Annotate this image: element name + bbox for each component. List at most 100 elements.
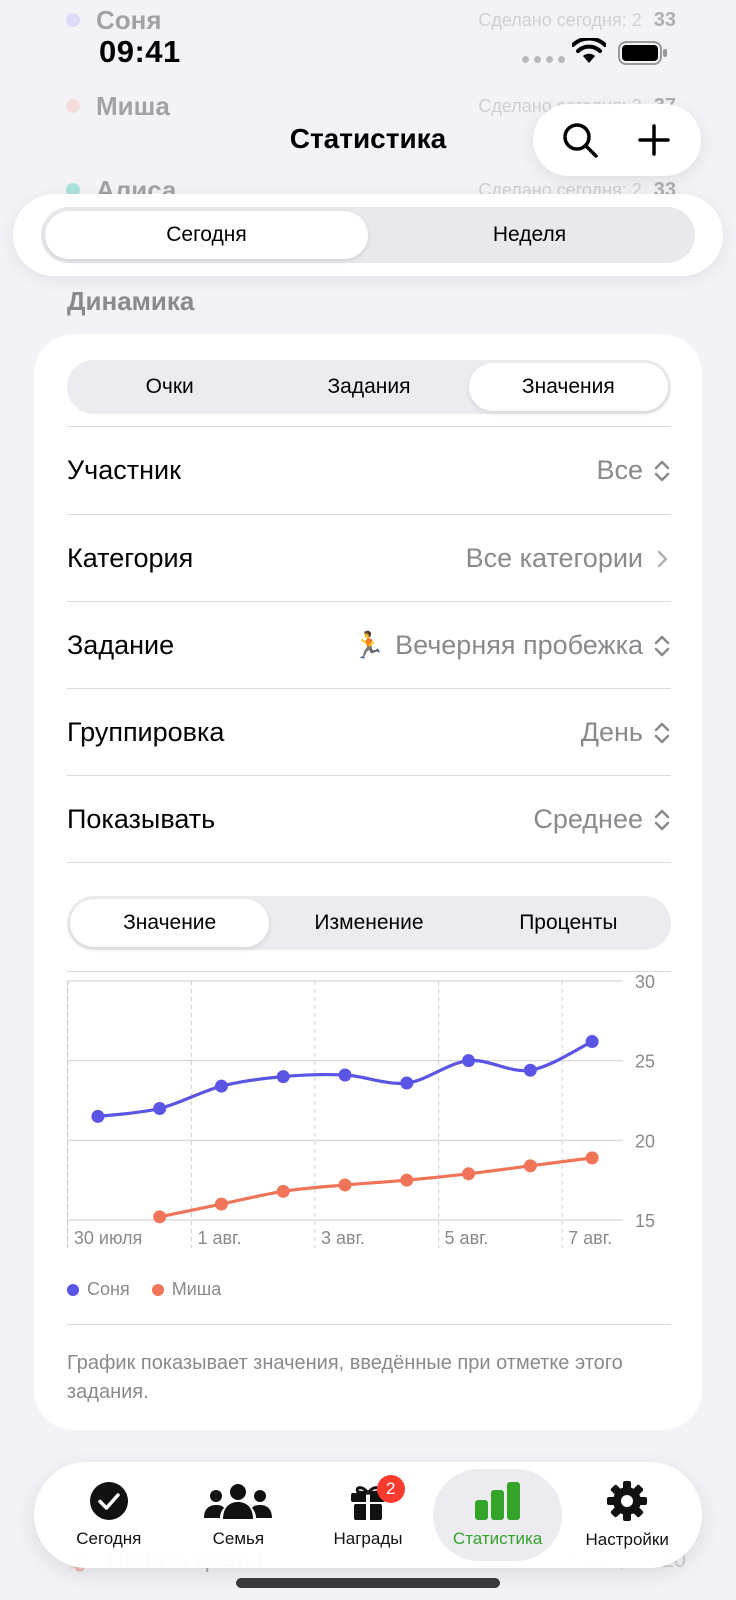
tab-values[interactable]: Значения xyxy=(468,363,668,411)
up-down-chevron-icon xyxy=(654,809,670,830)
tab-points[interactable]: Очки xyxy=(70,363,269,411)
cellular-signal-icon xyxy=(522,56,565,63)
filter-row-member[interactable]: Участник Все xyxy=(67,427,671,514)
data-point xyxy=(91,1109,105,1123)
data-point xyxy=(214,1079,228,1093)
data-point xyxy=(523,1063,537,1077)
legend-dot xyxy=(67,1283,79,1296)
data-point xyxy=(400,1076,414,1090)
x-tick-label: 1 авг. xyxy=(197,1228,241,1248)
status-bar: 09:41 xyxy=(0,0,736,100)
filter-row-task[interactable]: Задание 🏃 Вечерняя пробежка xyxy=(67,602,671,689)
member-color-dot xyxy=(66,99,80,113)
bar-chart-icon xyxy=(474,1482,520,1520)
y-tick-label: 25 xyxy=(635,1052,655,1072)
x-tick-label: 30 июля xyxy=(74,1228,142,1248)
people-icon xyxy=(204,1484,273,1519)
tab-value[interactable]: Значение xyxy=(70,899,270,947)
chart-footnote: График показывает значения, введённые пр… xyxy=(67,1352,623,1403)
y-tick-label: 20 xyxy=(635,1131,655,1151)
data-point xyxy=(276,1184,290,1198)
data-point xyxy=(400,1173,414,1187)
tab-label: Статистика xyxy=(452,1529,543,1548)
tab-week[interactable]: Неделя xyxy=(368,211,691,259)
notification-badge: 2 xyxy=(376,1475,405,1503)
tabbar-settings[interactable]: Настройки xyxy=(562,1469,692,1561)
nav-actions xyxy=(533,104,701,176)
filter-label: Группировка xyxy=(67,717,225,747)
x-tick-label: 5 авг. xyxy=(445,1228,489,1248)
y-tick-label: 15 xyxy=(635,1211,655,1231)
tab-change[interactable]: Изменение xyxy=(269,899,468,947)
data-point xyxy=(585,1035,599,1049)
tabbar-today[interactable]: Сегодня xyxy=(44,1469,174,1561)
filter-value: Все категории xyxy=(465,543,643,573)
line-chart: 30 25 20 15 30 июля 1 авг. 3 авг. 5 авг. 7 авг. xyxy=(67,974,655,1248)
filter-value: Все xyxy=(596,455,643,485)
data-point xyxy=(276,1070,290,1084)
tabbar-statistics[interactable]: Статистика xyxy=(432,1469,563,1561)
period-segmented-control: Сегодня Неделя xyxy=(41,207,695,263)
filter-value: Среднее xyxy=(533,804,643,834)
data-point xyxy=(338,1178,352,1192)
tab-percent[interactable]: Проценты xyxy=(469,899,668,947)
search-icon xyxy=(563,123,598,158)
legend-label: Миша xyxy=(171,1279,222,1299)
divider xyxy=(67,862,671,863)
chevron-right-icon xyxy=(657,550,668,567)
filter-value: День xyxy=(580,717,643,747)
tab-tasks[interactable]: Задания xyxy=(269,363,468,411)
add-button[interactable] xyxy=(626,112,682,168)
filter-label: Показывать xyxy=(67,804,216,834)
data-point xyxy=(585,1151,599,1165)
search-button[interactable] xyxy=(552,112,608,168)
filter-label: Категория xyxy=(67,543,194,573)
wifi-icon xyxy=(571,36,607,69)
x-tick-label: 7 авг. xyxy=(568,1228,612,1248)
data-point xyxy=(153,1101,167,1115)
period-segment-container: Сегодня Неделя xyxy=(13,194,723,276)
status-time: 09:41 xyxy=(99,34,181,69)
legend-item: Миша xyxy=(151,1279,222,1300)
divider xyxy=(67,1324,671,1325)
filter-label: Задание xyxy=(67,630,175,660)
view-segmented-control: Значение Изменение Проценты xyxy=(67,896,671,950)
tabbar-family[interactable]: Семья xyxy=(174,1469,304,1561)
up-down-chevron-icon xyxy=(654,722,670,743)
data-point xyxy=(153,1210,167,1224)
legend-dot xyxy=(151,1283,164,1296)
battery-icon xyxy=(618,41,668,70)
divider xyxy=(67,971,671,972)
data-point xyxy=(462,1054,476,1068)
tab-label: Семья xyxy=(212,1529,265,1548)
data-point xyxy=(523,1159,537,1173)
data-point xyxy=(338,1068,352,1082)
tab-label: Сегодня xyxy=(76,1529,142,1548)
up-down-chevron-icon xyxy=(654,635,670,656)
dynamics-card: Очки Задания Значения Участник Все Катег… xyxy=(34,334,702,1430)
data-point xyxy=(214,1197,228,1211)
data-point xyxy=(462,1167,476,1181)
legend-label: Соня xyxy=(87,1279,130,1299)
gear-icon xyxy=(607,1481,648,1521)
checkmark-circle-icon xyxy=(89,1482,128,1520)
tab-bar: Сегодня Семья Награды 2 Статистика Настр… xyxy=(34,1462,702,1568)
filter-row-grouping[interactable]: Группировка День xyxy=(67,689,671,776)
chart-legend: Соня Миша xyxy=(67,1279,221,1300)
y-tick-label: 30 xyxy=(635,974,655,992)
x-tick-label: 3 авг. xyxy=(321,1228,365,1248)
tabbar-rewards[interactable]: Награды 2 xyxy=(303,1469,433,1561)
filter-label: Участник xyxy=(67,455,181,485)
tab-label: Награды xyxy=(333,1529,403,1548)
filter-row-show[interactable]: Показывать Среднее xyxy=(67,776,671,863)
plus-icon xyxy=(638,124,670,156)
runner-icon: 🏃 xyxy=(352,630,386,660)
metric-segmented-control: Очки Задания Значения xyxy=(67,360,671,414)
filter-value: Вечерняя пробежка xyxy=(395,630,643,660)
legend-item: Соня xyxy=(67,1279,130,1300)
section-title: Динамика xyxy=(67,286,195,316)
home-indicator xyxy=(236,1578,500,1588)
filter-row-category[interactable]: Категория Все категории xyxy=(67,515,671,602)
tab-today[interactable]: Сегодня xyxy=(45,211,368,259)
up-down-chevron-icon xyxy=(654,460,670,481)
